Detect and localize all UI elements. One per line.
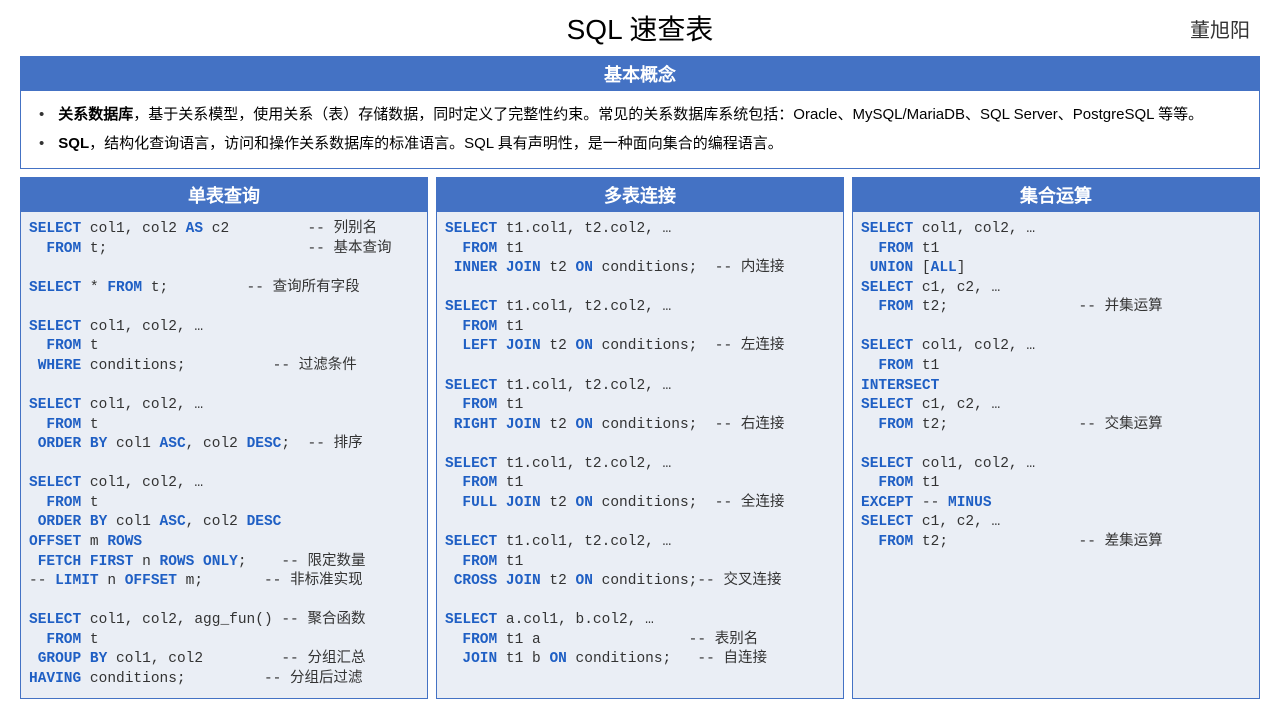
col-multi-join: 多表连接 SELECT t1.col1, t2.col2, … FROM t1 … (436, 177, 844, 699)
col2-header: 多表连接 (437, 178, 843, 212)
concept-bold-sql: SQL (58, 135, 89, 152)
concept-text-sql: ，结构化查询语言，访问和操作关系数据库的标准语言。SQL 具有声明性，是一种面向… (89, 135, 783, 152)
concepts-section: 基本概念 关系数据库，基于关系模型，使用关系（表）存储数据，同时定义了完整性约束… (20, 56, 1260, 169)
col-set-ops: 集合运算 SELECT col1, col2, … FROM t1 UNION … (852, 177, 1260, 699)
concept-text-rdb: ，基于关系模型，使用关系（表）存储数据，同时定义了完整性约束。常见的关系数据库系… (133, 106, 1203, 123)
concept-item-rdb: 关系数据库，基于关系模型，使用关系（表）存储数据，同时定义了完整性约束。常见的关… (39, 101, 1241, 130)
col3-header: 集合运算 (853, 178, 1259, 212)
concept-item-sql: SQL，结构化查询语言，访问和操作关系数据库的标准语言。SQL 具有声明性，是一… (39, 130, 1241, 159)
col2-code: SELECT t1.col1, t2.col2, … FROM t1 INNER… (437, 212, 843, 698)
col-single-table: 单表查询 SELECT col1, col2 AS c2 -- 列别名 FROM… (20, 177, 428, 699)
col3-code: SELECT col1, col2, … FROM t1 UNION [ALL]… (853, 212, 1259, 698)
concepts-header: 基本概念 (21, 57, 1259, 91)
concepts-body: 关系数据库，基于关系模型，使用关系（表）存储数据，同时定义了完整性约束。常见的关… (21, 91, 1259, 168)
page-title: SQL 速查表 (567, 8, 714, 48)
page-header: SQL 速查表 董旭阳 (20, 8, 1260, 48)
concept-bold-rdb: 关系数据库 (58, 106, 133, 123)
author-label: 董旭阳 (1190, 14, 1250, 43)
col1-header: 单表查询 (21, 178, 427, 212)
col1-code: SELECT col1, col2 AS c2 -- 列别名 FROM t; -… (21, 212, 427, 698)
columns-row: 单表查询 SELECT col1, col2 AS c2 -- 列别名 FROM… (20, 177, 1260, 699)
